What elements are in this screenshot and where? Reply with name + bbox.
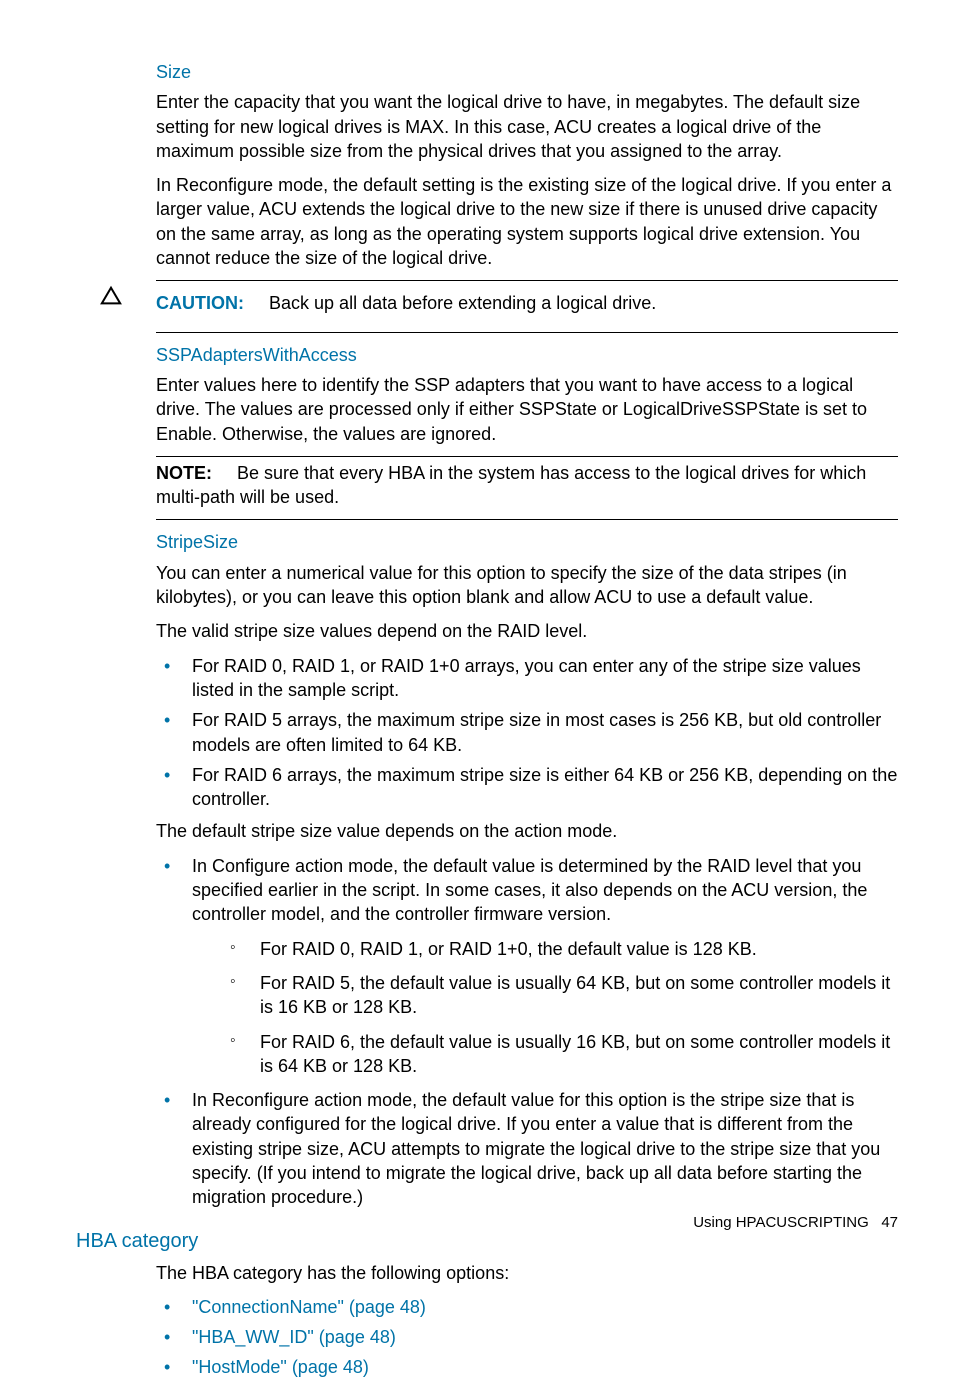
list-item: For RAID 5, the default value is usually… (224, 971, 898, 1020)
footer-page-number: 47 (881, 1214, 898, 1231)
caution-label: CAUTION: (156, 293, 244, 313)
link-connectionname[interactable]: "ConnectionName" (page 48) (192, 1297, 426, 1317)
caution-callout: CAUTION: Back up all data before extendi… (56, 285, 898, 321)
ssp-paragraph-1: Enter values here to identify the SSP ad… (156, 373, 898, 446)
list-item: "ConnectionName" (page 48) (156, 1295, 898, 1319)
note-callout: NOTE: Be sure that every HBA in the syst… (156, 461, 898, 510)
link-hba-ww-id[interactable]: "HBA_WW_ID" (page 48) (192, 1327, 396, 1347)
hba-intro: The HBA category has the following optio… (156, 1261, 898, 1285)
caution-rule-top (156, 280, 898, 281)
size-paragraph-2: In Reconfigure mode, the default setting… (156, 173, 898, 270)
note-rule-top (156, 456, 898, 457)
caution-text: Back up all data before extending a logi… (269, 293, 656, 313)
heading-ssp: SSPAdaptersWithAccess (156, 343, 898, 367)
heading-stripesize: StripeSize (156, 530, 898, 554)
list-item: For RAID 5 arrays, the maximum stripe si… (156, 708, 898, 757)
note-rule-bottom (156, 519, 898, 520)
list-item: For RAID 0, RAID 1, or RAID 1+0 arrays, … (156, 654, 898, 703)
list-item: "HostMode" (page 48) (156, 1355, 898, 1379)
link-hostmode[interactable]: "HostMode" (page 48) (192, 1357, 369, 1377)
list-item: For RAID 6, the default value is usually… (224, 1030, 898, 1079)
configure-intro: In Configure action mode, the default va… (192, 856, 867, 925)
page-footer: Using HPACUSCRIPTING 47 (693, 1213, 898, 1233)
footer-text: Using HPACUSCRIPTING (693, 1214, 869, 1231)
note-text: Be sure that every HBA in the system has… (156, 463, 866, 507)
list-item: For RAID 6 arrays, the maximum stripe si… (156, 763, 898, 812)
list-item: For RAID 0, RAID 1, or RAID 1+0, the def… (224, 937, 898, 961)
stripe-paragraph-1: You can enter a numerical value for this… (156, 561, 898, 610)
hba-links-list: "ConnectionName" (page 48) "HBA_WW_ID" (… (156, 1295, 898, 1380)
stripe-default-list: In Configure action mode, the default va… (156, 854, 898, 1210)
stripe-paragraph-2: The valid stripe size values depend on t… (156, 619, 898, 643)
caution-rule-bottom (156, 332, 898, 333)
list-item: In Reconfigure action mode, the default … (156, 1088, 898, 1209)
list-item: "HBA_WW_ID" (page 48) (156, 1325, 898, 1349)
note-label: NOTE: (156, 463, 212, 483)
list-item: In Configure action mode, the default va… (156, 854, 898, 1078)
configure-sublist: For RAID 0, RAID 1, or RAID 1+0, the def… (224, 937, 898, 1078)
size-paragraph-1: Enter the capacity that you want the log… (156, 90, 898, 163)
caution-icon (56, 285, 156, 313)
heading-size: Size (156, 60, 898, 84)
stripe-paragraph-3: The default stripe size value depends on… (156, 819, 898, 843)
stripe-valid-list: For RAID 0, RAID 1, or RAID 1+0 arrays, … (156, 654, 898, 812)
